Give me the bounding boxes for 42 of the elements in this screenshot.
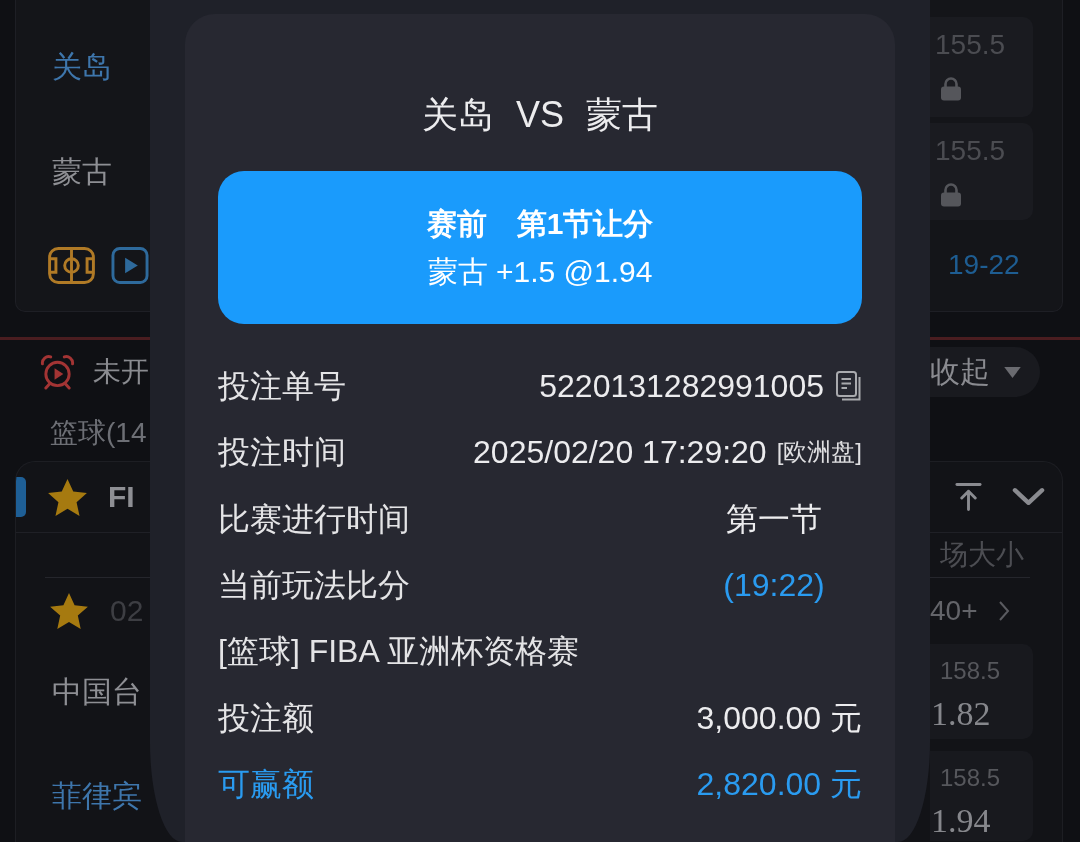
star-icon[interactable]: [50, 593, 88, 629]
field-label: 投注额: [218, 698, 314, 738]
accent-bar: [16, 477, 26, 517]
arrow-up-to-line-icon[interactable]: [955, 482, 982, 512]
caret-down-icon: [1004, 366, 1021, 378]
team-name: 关岛: [52, 49, 112, 85]
league-title[interactable]: FI: [108, 479, 135, 515]
field-label: 投注单号: [218, 367, 346, 407]
team-name: 菲律宾: [52, 778, 142, 814]
copy-icon[interactable]: [836, 371, 862, 402]
field-label: 可赢额: [218, 764, 314, 804]
bet-market: 第1节让分: [516, 205, 654, 242]
bet-time: 2025/02/20 17:29:20: [473, 433, 767, 473]
alarm-clock-icon: [40, 354, 75, 390]
chevron-right-icon: [997, 600, 1010, 622]
current-score: (19:22): [723, 566, 825, 606]
section-title: 篮球(14: [50, 415, 147, 450]
field-label: 当前玩法比分: [218, 566, 410, 606]
stake-amount: 3,000.00 元: [696, 698, 862, 738]
odds-button[interactable]: 158.5 1.82: [930, 644, 1033, 739]
court-icon[interactable]: [48, 246, 95, 284]
odds-format-tag: [欧洲盘]: [776, 437, 862, 468]
bet-phase: 赛前: [426, 205, 487, 242]
bet-number: 5220131282991005: [539, 367, 824, 407]
game-period: 第一节: [726, 499, 822, 539]
payout-amount: 2,820.00 元: [696, 764, 862, 804]
field-label: 比赛进行时间: [218, 499, 410, 539]
league-name: [篮球] FIBA 亚洲杯资格赛: [218, 632, 579, 672]
more-markets-link[interactable]: 40+: [930, 594, 1010, 628]
bet-pick: 蒙古 +1.5 @1.94: [427, 253, 653, 290]
field-label: 投注时间: [218, 433, 346, 473]
play-icon[interactable]: [111, 246, 149, 284]
chevron-down-icon[interactable]: [1012, 487, 1045, 507]
odds-button[interactable]: 158.5 1.94: [930, 751, 1033, 841]
status-label: 未开: [93, 355, 149, 389]
market-header: 场大小: [940, 538, 1024, 572]
match-title: 关岛 VS 蒙古: [422, 93, 658, 137]
team-name: 中国台: [52, 673, 142, 710]
star-icon[interactable]: [48, 478, 87, 516]
team-name: 蒙古: [52, 153, 112, 190]
match-score: 19-22: [948, 248, 1020, 282]
collapse-button[interactable]: 收起: [930, 347, 1040, 397]
